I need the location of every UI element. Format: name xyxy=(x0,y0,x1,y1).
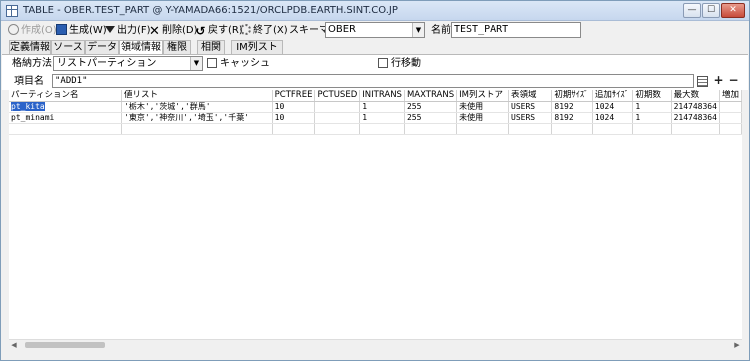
table-icon xyxy=(6,5,18,17)
tab-source[interactable]: ソース xyxy=(51,40,85,54)
table-editor-window: TABLE - OBER.TEST_PART @ Y-YAMADA66:1521… xyxy=(0,0,750,361)
schema-select[interactable]: OBER ▼ xyxy=(325,22,425,38)
horizontal-scrollbar[interactable]: ◀ ▶ xyxy=(9,339,742,349)
tab-data[interactable]: データ xyxy=(85,40,119,54)
name-input[interactable]: TEST_PART xyxy=(451,22,581,38)
name-label: 名前 xyxy=(431,25,451,36)
table-cell[interactable]: 255 xyxy=(404,101,458,113)
back-button[interactable]: ↺ 戻す(R) xyxy=(195,23,242,39)
table-header-row: パーティション名 値リスト PCTFREE PCTUSED INITRANS M… xyxy=(9,90,742,102)
table-cell[interactable] xyxy=(719,112,742,124)
create-button[interactable]: 作成(O) xyxy=(8,23,57,39)
delete-icon: ✕ xyxy=(149,24,160,39)
column-header[interactable]: 最大数 xyxy=(671,90,720,102)
grid-edit-icon[interactable] xyxy=(697,76,708,87)
column-header[interactable]: パーティション名 xyxy=(9,90,123,102)
column-header[interactable]: 値リスト xyxy=(121,90,273,102)
item-name-input[interactable]: "ADD1" xyxy=(52,74,694,88)
add-row-button[interactable]: + xyxy=(712,74,725,88)
save-icon xyxy=(56,24,67,35)
column-header[interactable]: 初期数 xyxy=(632,90,672,102)
table-cell[interactable]: '東京','神奈川','埼玉','千葉' xyxy=(121,112,273,124)
row-movement-checkbox[interactable] xyxy=(378,58,388,68)
partition-grid: パーティション名 値リスト PCTFREE PCTUSED INITRANS M… xyxy=(9,90,742,339)
storage-method-select[interactable]: リストパーティション ▼ xyxy=(53,56,203,71)
storage-row: 格納方法 リストパーティション ▼ キャッシュ 行移動 xyxy=(2,55,748,73)
item-name-row: 項目名 "ADD1" + − xyxy=(2,73,748,90)
minimize-button[interactable]: — xyxy=(683,3,701,18)
exit-button[interactable]: 終了(X) xyxy=(240,23,288,39)
tab-im-column-store[interactable]: IM列ストア xyxy=(231,40,283,66)
storage-method-label: 格納方法 xyxy=(12,58,52,69)
column-header[interactable]: 初期ｻｲｽﾞ xyxy=(551,90,593,102)
window-title: TABLE - OBER.TEST_PART @ Y-YAMADA66:1521… xyxy=(23,5,398,16)
column-header[interactable]: PCTUSED xyxy=(314,90,361,102)
table-row[interactable]: pt_kita '栃木','茨城','群馬' 10 1 255 未使用 USER… xyxy=(9,101,742,113)
cache-label: キャッシュ xyxy=(220,58,270,69)
table-cell[interactable]: 1 xyxy=(359,112,405,124)
column-header[interactable]: MAXTRANS xyxy=(404,90,458,102)
tab-definition[interactable]: 定義情報 xyxy=(9,40,51,54)
table-cell[interactable]: USERS xyxy=(508,112,553,124)
tab-privileges[interactable]: 権限 xyxy=(163,40,191,54)
table-cell[interactable]: 214748364 xyxy=(671,112,720,124)
table-cell[interactable]: 1024 xyxy=(592,101,634,113)
maximize-button[interactable]: ☐ xyxy=(702,3,720,18)
table-cell[interactable]: 8192 xyxy=(551,112,593,124)
column-header[interactable]: PCTFREE xyxy=(272,90,316,102)
table-cell[interactable]: 1 xyxy=(632,112,672,124)
table-cell[interactable] xyxy=(314,101,361,113)
close-button[interactable]: ✕ xyxy=(721,3,745,18)
table-cell[interactable]: pt_minami xyxy=(9,112,123,124)
dropdown-arrow-icon xyxy=(105,26,115,33)
table-cell[interactable] xyxy=(719,101,742,113)
undo-icon: ↺ xyxy=(195,24,206,38)
column-header[interactable]: 表領域 xyxy=(508,90,553,102)
generate-button[interactable]: 生成(W) xyxy=(56,23,107,39)
table-cell[interactable]: 255 xyxy=(404,112,458,124)
schema-label: スキーマ xyxy=(289,25,329,36)
column-header[interactable]: 増加 xyxy=(719,90,742,102)
item-name-label: 項目名 xyxy=(14,76,44,87)
table-cell[interactable]: pt_kita xyxy=(9,101,123,113)
table-cell[interactable]: 1024 xyxy=(592,112,634,124)
column-header[interactable]: 追加ｻｲｽﾞ xyxy=(592,90,634,102)
table-cell[interactable]: 1 xyxy=(359,101,405,113)
table-cell[interactable]: 1 xyxy=(632,101,672,113)
tab-bar: 定義情報 ソース データ 領域情報 権限 相関 IM列ストア xyxy=(2,40,748,66)
remove-row-button[interactable]: − xyxy=(727,74,740,88)
table-row-empty[interactable] xyxy=(9,123,742,135)
scroll-right-icon[interactable]: ▶ xyxy=(732,340,742,350)
chevron-down-icon: ▼ xyxy=(412,23,424,37)
column-header[interactable]: IM列ストア xyxy=(456,90,510,102)
tab-storage-info[interactable]: 領域情報 xyxy=(119,40,163,55)
scroll-left-icon[interactable]: ◀ xyxy=(9,340,19,350)
create-icon xyxy=(8,24,19,35)
table-cell[interactable]: 未使用 xyxy=(456,112,510,124)
table-cell[interactable]: USERS xyxy=(508,101,553,113)
chevron-down-icon: ▼ xyxy=(190,57,202,70)
toolbar: 作成(O) 生成(W) 出力(F) ✕ 削除(D) ↺ 戻す(R) 終了(X) スキ… xyxy=(2,22,748,40)
exit-icon xyxy=(240,24,251,35)
partition-table: パーティション名 値リスト PCTFREE PCTUSED INITRANS M… xyxy=(9,90,742,135)
table-row[interactable]: pt_minami '東京','神奈川','埼玉','千葉' 10 1 255 … xyxy=(9,112,742,124)
delete-button[interactable]: ✕ 削除(D) xyxy=(149,23,197,39)
title-bar[interactable]: TABLE - OBER.TEST_PART @ Y-YAMADA66:1521… xyxy=(1,1,749,21)
table-cell[interactable]: 8192 xyxy=(551,101,593,113)
output-button[interactable]: 出力(F) xyxy=(105,23,151,39)
table-cell[interactable]: 10 xyxy=(272,101,316,113)
table-cell[interactable]: 未使用 xyxy=(456,101,510,113)
cache-checkbox[interactable] xyxy=(207,58,217,68)
table-cell[interactable]: 10 xyxy=(272,112,316,124)
column-header[interactable]: INITRANS xyxy=(359,90,405,102)
row-movement-label: 行移動 xyxy=(391,58,421,69)
table-cell[interactable] xyxy=(314,112,361,124)
tab-relations[interactable]: 相関 xyxy=(197,40,225,54)
table-cell[interactable]: 214748364 xyxy=(671,101,720,113)
table-cell[interactable]: '栃木','茨城','群馬' xyxy=(121,101,273,113)
scrollbar-thumb[interactable] xyxy=(25,342,105,348)
